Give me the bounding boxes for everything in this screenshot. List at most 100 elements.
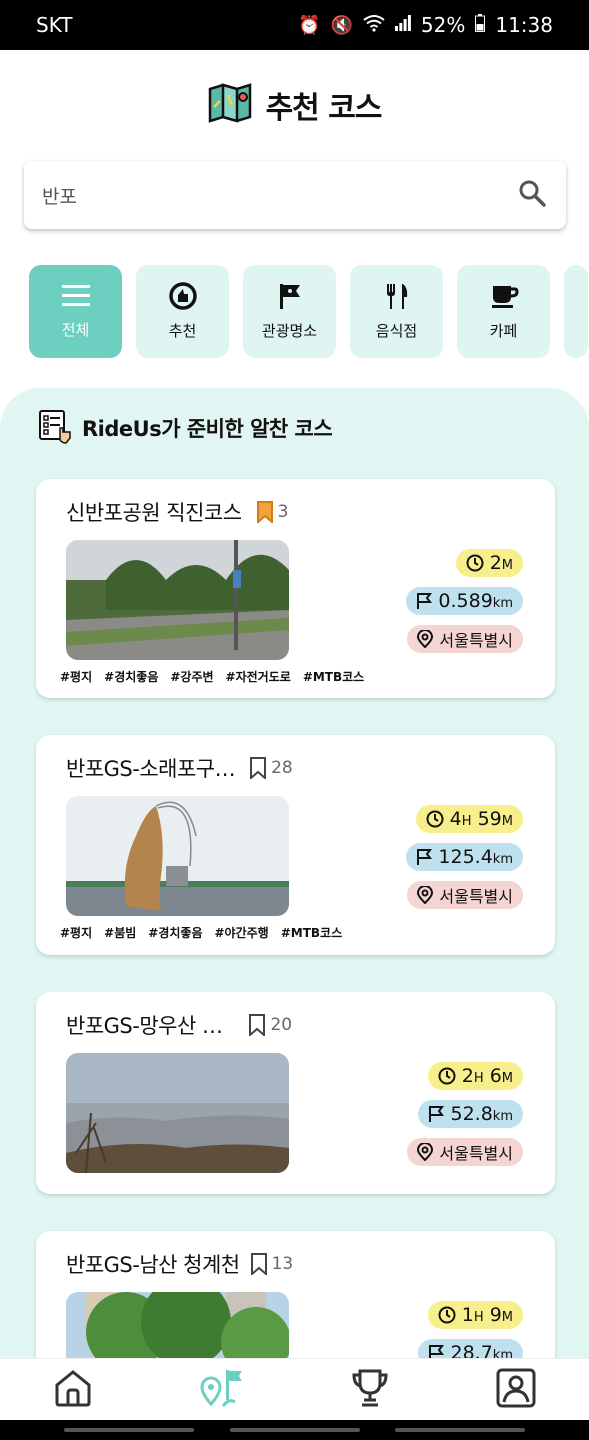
course-card[interactable]: 반포GS-소래포구… 28 4H 59M 125.4km 서울특별시 #평지 #…: [36, 735, 555, 955]
location-pin-icon: [417, 630, 434, 648]
minute-unit: M: [501, 1310, 513, 1325]
duration-hours: 1: [461, 1304, 474, 1326]
bookmark-button[interactable]: 28: [249, 757, 293, 779]
clock: 11:38: [495, 13, 553, 37]
profile-icon[interactable]: [496, 1368, 536, 1412]
tag: #야간주행: [214, 926, 269, 940]
distance-value: 125.4: [438, 846, 493, 868]
flag-outline-icon: [417, 593, 433, 609]
flag-icon: [276, 282, 304, 314]
course-card[interactable]: 신반포공원 직진코스 3 2M 0.589km 서울특별시 #평지 #경치좋음 …: [36, 479, 555, 698]
trophy-icon[interactable]: [350, 1368, 390, 1412]
category-attractions[interactable]: 관광명소: [243, 265, 336, 358]
bookmark-count: 20: [270, 1015, 293, 1035]
battery-percent: 52%: [420, 13, 466, 37]
bookmark-button[interactable]: 20: [248, 1014, 292, 1036]
minute-unit: M: [501, 558, 513, 573]
carrier: SKT: [36, 13, 73, 37]
mute-icon: 🔇: [330, 14, 353, 36]
menu-icon: [61, 283, 91, 313]
course-card[interactable]: 반포GS-망우산 … 20 2H 6M 52.8km 서울특별시: [36, 992, 555, 1194]
bookmark-button[interactable]: 13: [250, 1253, 294, 1275]
flag-outline-icon: [429, 1106, 445, 1122]
hour-unit: H: [473, 1071, 484, 1086]
tag: #붐빔: [104, 926, 137, 940]
distance-value: 52.8: [450, 1103, 493, 1125]
system-nav-bar: [0, 1420, 589, 1440]
bookmark-count: 13: [271, 1254, 294, 1274]
duration-minutes: 6: [489, 1065, 502, 1087]
home-icon[interactable]: [53, 1369, 93, 1411]
clock-icon: [438, 1067, 456, 1085]
course-title: 신반포공원 직진코스: [66, 501, 242, 525]
bookmark-count: 28: [271, 758, 293, 778]
battery-icon: [475, 13, 486, 37]
tag: #평지: [60, 926, 93, 940]
tag-list: #평지 #경치좋음 #강주변 #자전거도로 #MTB코스: [60, 668, 364, 685]
category-cafe[interactable]: 카페: [457, 265, 550, 358]
category-label: 카페: [489, 322, 518, 340]
category-restaurants[interactable]: 음식점: [350, 265, 443, 358]
flag-outline-icon: [417, 849, 433, 865]
nav-handle: [64, 1428, 194, 1432]
course-title: 반포GS-소래포구…: [66, 757, 236, 781]
nav-handle: [230, 1428, 360, 1432]
course-thumbnail: [66, 540, 289, 660]
tag: #MTB코스: [280, 926, 343, 940]
wifi-icon: [363, 14, 385, 37]
distance-badge: 0.589km: [406, 587, 523, 615]
search-icon[interactable]: [518, 179, 546, 211]
location-pin-icon: [417, 1143, 434, 1161]
map-icon: [208, 83, 252, 127]
category-recommended[interactable]: 추천: [136, 265, 229, 358]
duration-hours: 4: [449, 808, 462, 830]
region-badge: 서울특별시: [407, 881, 523, 909]
km-unit: km: [492, 596, 513, 611]
distance-badge: 125.4km: [406, 843, 523, 871]
utensils-icon: [383, 282, 411, 314]
bookmark-icon: [249, 1014, 266, 1036]
region-text: 서울특별시: [439, 631, 513, 650]
thumbs-up-icon: [168, 282, 198, 314]
tag: #MTB코스: [302, 670, 365, 684]
app-header: 추천 코스: [0, 80, 589, 130]
tag: #경치좋음: [104, 670, 159, 684]
course-thumbnail: [66, 1053, 289, 1173]
duration-badge: 2H 6M: [427, 1062, 523, 1090]
coffee-icon: [489, 282, 519, 314]
status-bar: SKT ⏰ 🔇 52% 11:38: [0, 0, 589, 50]
tag: #자전거도로: [225, 670, 291, 684]
km-unit: km: [492, 1109, 513, 1124]
search-input[interactable]: [42, 184, 482, 206]
bookmark-count: 3: [277, 502, 289, 522]
category-label: 추천: [168, 322, 197, 340]
minute-unit: M: [501, 1071, 513, 1086]
category-label: 관광명소: [261, 322, 318, 340]
course-map-icon[interactable]: [199, 1368, 245, 1412]
hour-unit: H: [473, 1310, 484, 1325]
hour-unit: H: [461, 814, 472, 829]
category-more[interactable]: [564, 265, 588, 358]
category-label: 전체: [61, 321, 90, 339]
km-unit: km: [492, 852, 513, 867]
bookmark-icon: [250, 1253, 267, 1275]
tag-list: #평지 #붐빔 #경치좋음 #야간주행 #MTB코스: [60, 924, 342, 941]
duration-minutes: 9: [489, 1304, 502, 1326]
distance-badge: 52.8km: [418, 1100, 523, 1128]
region-text: 서울특별시: [439, 887, 513, 906]
duration-badge: 2M: [455, 549, 523, 577]
signal-icon: [394, 14, 411, 36]
course-title: 반포GS-망우산 …: [66, 1014, 223, 1038]
section-title: RideUs가 준비한 알찬 코스: [82, 417, 333, 441]
region-badge: 서울특별시: [407, 625, 523, 653]
tag: #평지: [60, 670, 93, 684]
category-all[interactable]: 전체: [29, 265, 122, 358]
tag: #경치좋음: [148, 926, 203, 940]
duration-minutes: 59: [477, 808, 502, 830]
course-section: RideUs가 준비한 알찬 코스 신반포공원 직진코스 3 2M 0.589k…: [0, 388, 589, 1431]
category-label: 음식점: [375, 322, 418, 340]
nav-handle: [395, 1428, 525, 1432]
clock-icon: [466, 554, 484, 572]
bookmark-button[interactable]: 3: [256, 501, 289, 523]
search-bar: [24, 161, 566, 229]
